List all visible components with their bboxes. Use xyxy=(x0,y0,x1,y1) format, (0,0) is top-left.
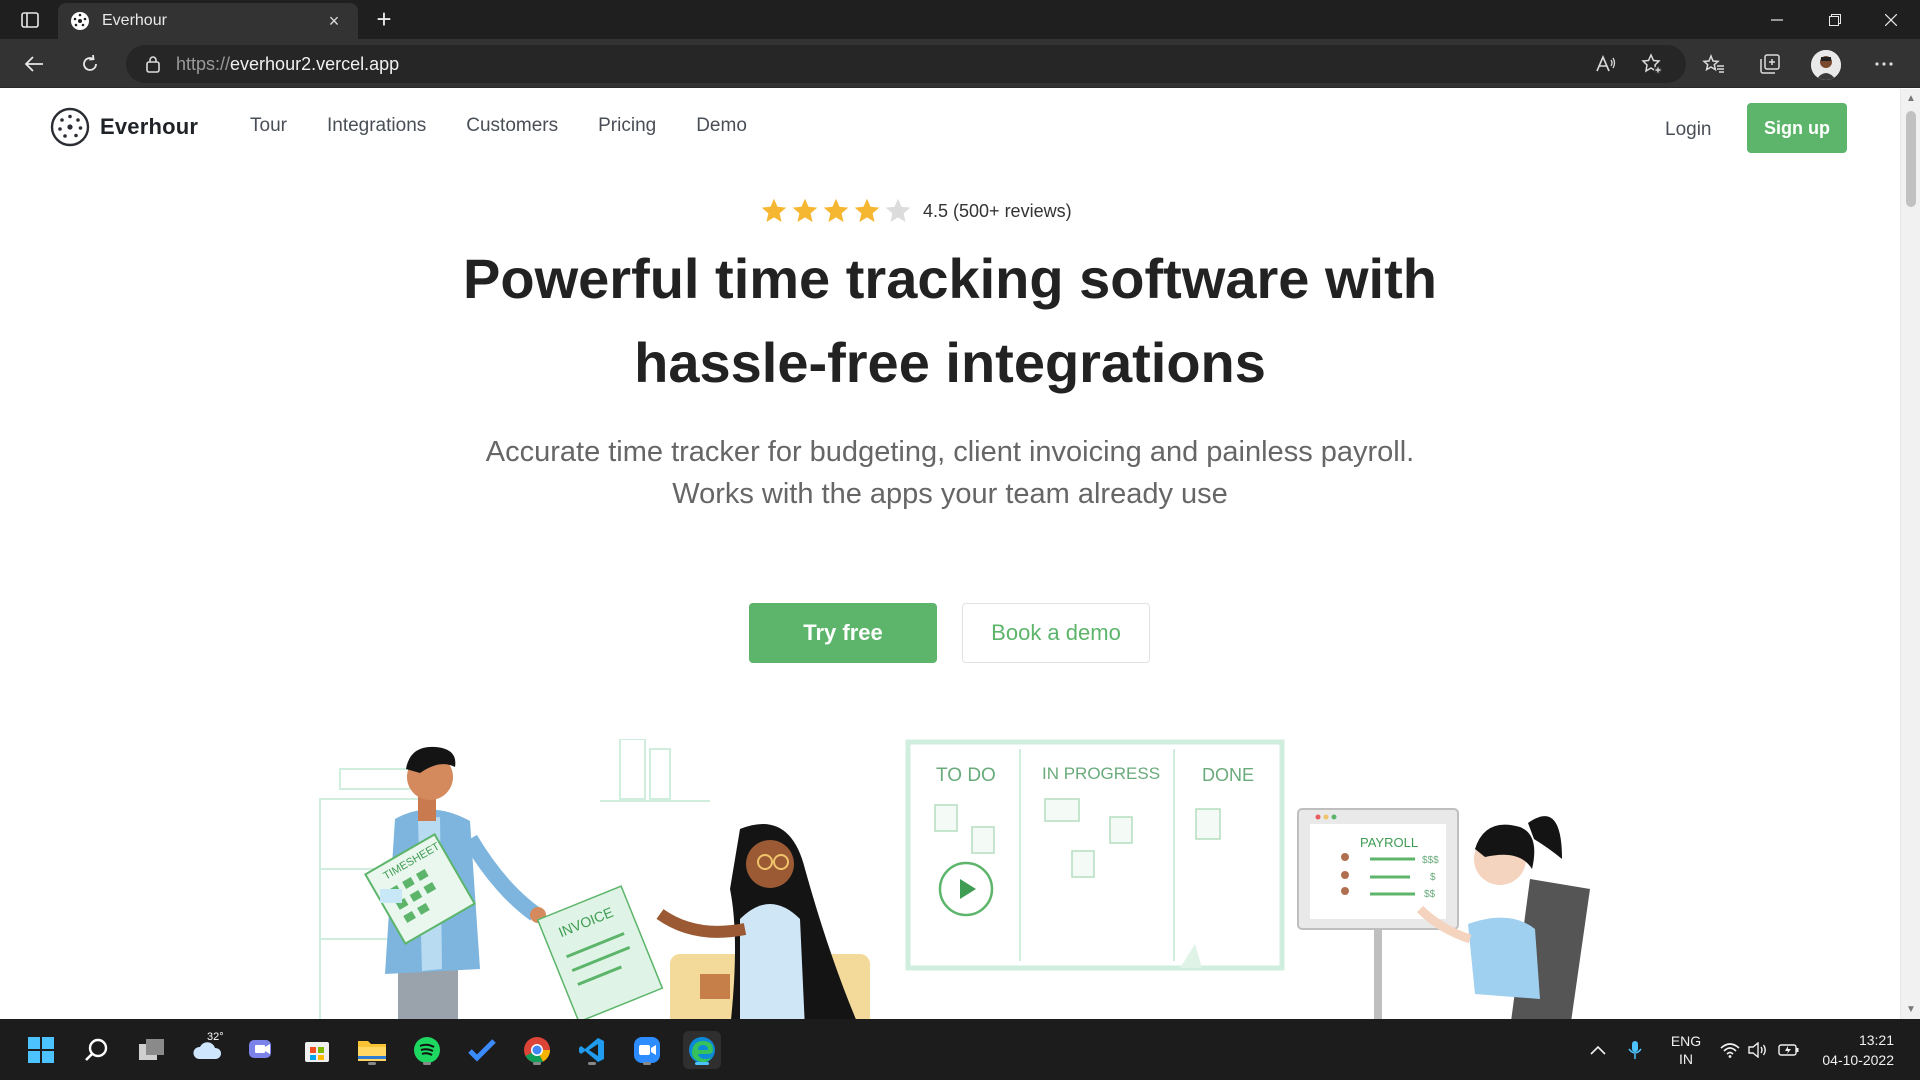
everhour-favicon-icon xyxy=(71,12,89,30)
volume-icon[interactable] xyxy=(1748,1019,1768,1080)
microphone-icon[interactable] xyxy=(1628,1019,1642,1080)
battery-icon[interactable] xyxy=(1778,1019,1800,1080)
brand-name: Everhour xyxy=(100,114,199,139)
scroll-down-icon[interactable]: ▼ xyxy=(1906,1004,1916,1015)
url-host: everhour2.vercel.app xyxy=(230,53,400,74)
hero-subtitle-line-2: Works with the apps your team already us… xyxy=(672,478,1228,510)
language-code: ENG xyxy=(1670,1032,1702,1049)
hero-headline: Powerful time tracking software with has… xyxy=(0,237,1900,405)
zoom-icon[interactable] xyxy=(628,1031,666,1069)
hero-subtitle-line-1: Accurate time tracker for budgeting, cli… xyxy=(485,436,1415,468)
windows-start-icon[interactable] xyxy=(22,1031,60,1069)
nav-pricing[interactable]: Pricing xyxy=(598,115,656,137)
hero-subtitle: Accurate time tracker for budgeting, cli… xyxy=(0,431,1900,515)
nav-customers[interactable]: Customers xyxy=(466,115,558,137)
rating-row: 4.5 (500+ reviews) xyxy=(760,197,1072,225)
region-code: IN xyxy=(1679,1050,1693,1067)
payroll-label: PAYROLL xyxy=(1360,835,1418,850)
login-link[interactable]: Login xyxy=(1665,119,1712,141)
star-filled-icon xyxy=(792,198,818,222)
favorites-icon[interactable] xyxy=(1696,47,1732,81)
page-scrollbar[interactable]: ▲ ▼ xyxy=(1900,89,1920,1019)
nav-demo[interactable]: Demo xyxy=(696,115,747,137)
man-figure: TIMESHEET xyxy=(363,746,546,1019)
webpage-viewport: Everhour Tour Integrations Customers Pri… xyxy=(0,89,1900,1019)
language-indicator[interactable]: ENG IN xyxy=(1668,1019,1704,1080)
board-col-inprogress: IN PROGRESS xyxy=(1042,764,1160,783)
teams-chat-icon[interactable] xyxy=(243,1031,281,1069)
woman-figure xyxy=(656,824,870,1019)
clock[interactable]: 13:21 04-10-2022 xyxy=(1818,1019,1894,1080)
new-tab-button[interactable]: + xyxy=(368,4,400,36)
show-hidden-icons[interactable] xyxy=(1590,1019,1606,1080)
browser-titlebar: Everhour × + xyxy=(0,0,1920,39)
running-indicator xyxy=(423,1062,431,1065)
profile-avatar[interactable] xyxy=(1811,50,1841,80)
everhour-logo-icon xyxy=(50,107,90,147)
chrome-icon[interactable] xyxy=(518,1031,556,1069)
browser-toolbar: https://everhour2.vercel.app xyxy=(0,39,1920,88)
payroll-money-3: $$ xyxy=(1424,889,1436,900)
clock-time: 13:21 xyxy=(1858,1031,1894,1048)
hero-headline-line-1: Powerful time tracking software with xyxy=(463,247,1437,310)
payroll-monitor: PAYROLL $$$ $ $$ xyxy=(1297,808,1459,1019)
hero-headline-line-2: hassle-free integrations xyxy=(634,331,1266,394)
edge-icon[interactable] xyxy=(683,1031,721,1069)
search-icon[interactable] xyxy=(78,1031,116,1069)
invoice-document: INVOICE xyxy=(536,885,664,1019)
active-indicator xyxy=(695,1062,709,1065)
restore-icon[interactable] xyxy=(1806,0,1864,39)
main-nav: Tour Integrations Customers Pricing Demo xyxy=(250,115,747,137)
star-empty-icon xyxy=(885,198,911,222)
running-indicator xyxy=(588,1062,596,1065)
running-indicator xyxy=(533,1062,541,1065)
add-favorite-icon[interactable] xyxy=(1634,47,1670,81)
hero-illustration: TO DO IN PROGRESS DONE TIMESHEET INVOICE… xyxy=(319,739,1590,1019)
lock-icon[interactable] xyxy=(146,55,160,73)
windows-taskbar: 32° ENG IN 13:21 04-10-2022 xyxy=(0,1019,1920,1080)
refresh-icon[interactable] xyxy=(72,47,108,81)
more-options-icon[interactable] xyxy=(1866,47,1902,81)
running-indicator xyxy=(643,1062,651,1065)
scrollbar-thumb[interactable] xyxy=(1906,111,1916,207)
close-window-icon[interactable] xyxy=(1862,0,1920,39)
star-filled-icon xyxy=(761,198,787,222)
payroll-money-1: $$$ xyxy=(1422,855,1439,866)
task-view-icon[interactable] xyxy=(133,1031,171,1069)
star-filled-icon xyxy=(854,198,880,222)
nav-integrations[interactable]: Integrations xyxy=(327,115,426,137)
scroll-up-icon[interactable]: ▲ xyxy=(1906,93,1916,104)
board-col-done: DONE xyxy=(1202,765,1254,785)
nav-tour[interactable]: Tour xyxy=(250,115,287,137)
rating-text: 4.5 (500+ reviews) xyxy=(923,200,1072,221)
running-indicator xyxy=(368,1062,376,1065)
tab-close-icon[interactable]: × xyxy=(322,11,346,32)
weather-temp: 32° xyxy=(207,1031,224,1043)
vscode-icon[interactable] xyxy=(573,1031,611,1069)
collections-icon[interactable] xyxy=(1752,47,1788,81)
todo-icon[interactable] xyxy=(463,1031,501,1069)
spotify-icon[interactable] xyxy=(408,1031,446,1069)
address-bar[interactable]: https://everhour2.vercel.app xyxy=(126,45,1686,83)
url-protocol: https:// xyxy=(176,53,231,74)
book-demo-button[interactable]: Book a demo xyxy=(962,603,1150,663)
browser-tab-everhour[interactable]: Everhour × xyxy=(58,3,358,39)
wifi-icon[interactable] xyxy=(1720,1019,1740,1080)
back-arrow-icon[interactable] xyxy=(16,47,52,81)
signup-button[interactable]: Sign up xyxy=(1747,103,1847,153)
tab-actions-icon[interactable] xyxy=(10,6,50,34)
tab-title: Everhour xyxy=(102,12,167,29)
board-col-todo: TO DO xyxy=(936,765,996,786)
file-explorer-icon[interactable] xyxy=(353,1031,391,1069)
payroll-money-2: $ xyxy=(1430,872,1436,883)
try-free-button[interactable]: Try free xyxy=(749,603,937,663)
read-aloud-icon[interactable] xyxy=(1588,47,1624,81)
clock-date: 04-10-2022 xyxy=(1822,1051,1894,1068)
everhour-logo[interactable]: Everhour xyxy=(50,107,198,147)
ms-store-icon[interactable] xyxy=(298,1031,336,1069)
star-filled-icon xyxy=(823,198,849,222)
minimize-icon[interactable] xyxy=(1748,0,1806,39)
